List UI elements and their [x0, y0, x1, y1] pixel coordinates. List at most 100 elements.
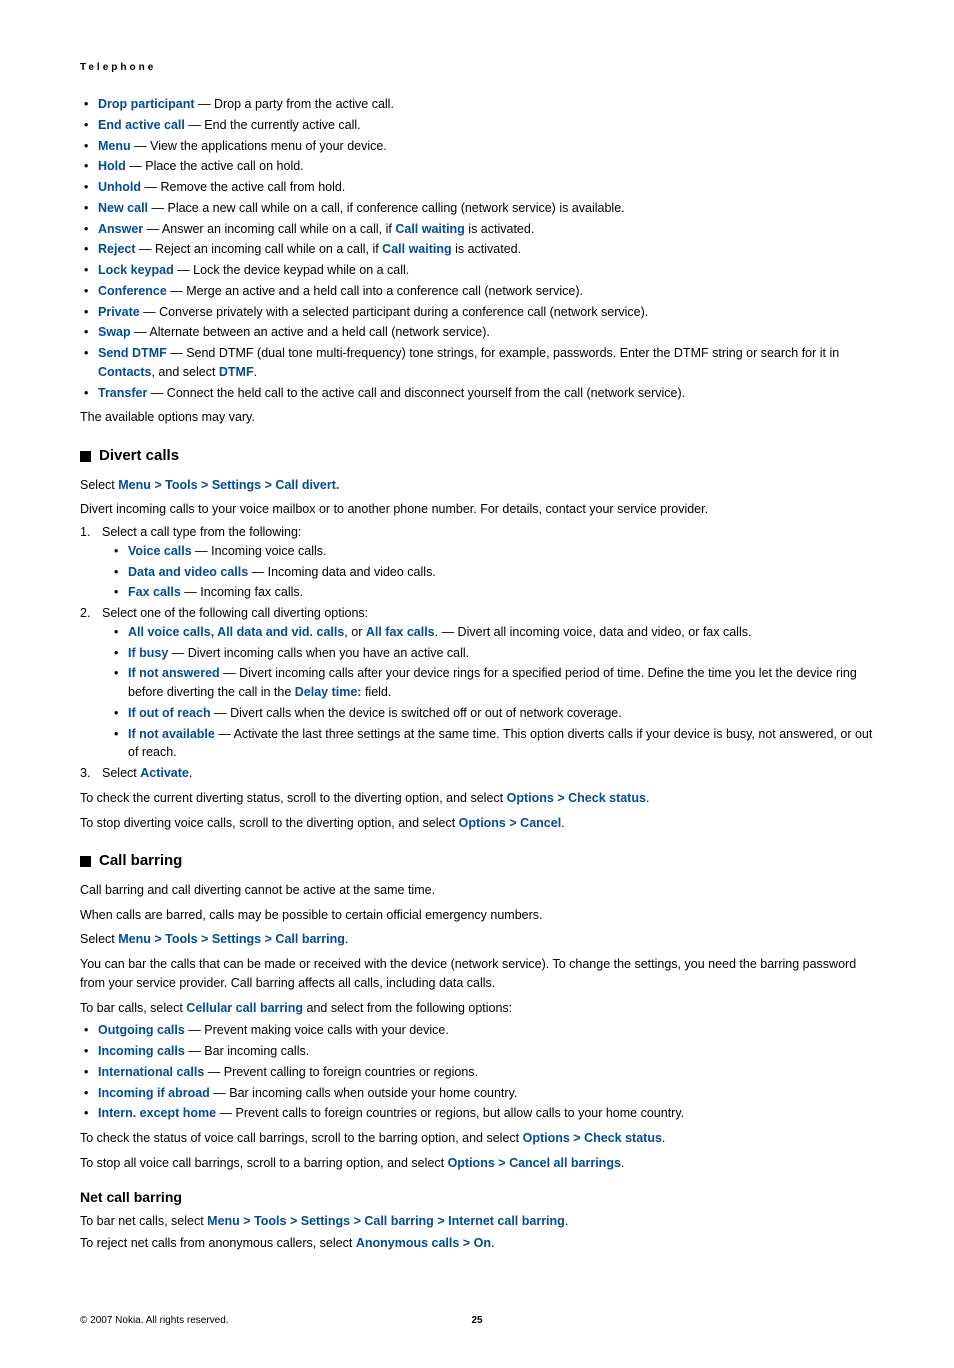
ui-term: Delay time:	[295, 685, 362, 699]
divert-options-list: All voice calls, All data and vid. calls…	[110, 623, 874, 762]
text: To check the current diverting status, s…	[80, 791, 507, 805]
list-item: Lock keypad — Lock the device keypad whi…	[80, 261, 874, 280]
barring-line1: Call barring and call diverting cannot b…	[80, 881, 874, 900]
net-reject: To reject net calls from anonymous calle…	[80, 1234, 874, 1253]
list-item: Unhold — Remove the active call from hol…	[80, 178, 874, 197]
ui-term: Settings	[212, 478, 261, 492]
ui-term: Incoming calls	[98, 1044, 185, 1058]
ui-term: Options	[507, 791, 554, 805]
ui-term: Anonymous calls	[356, 1236, 460, 1250]
ui-term: Menu	[98, 139, 131, 153]
barring-select-path: Select Menu > Tools > Settings > Call ba…	[80, 930, 874, 949]
page-number: 25	[471, 1313, 482, 1328]
ui-term: New call	[98, 201, 148, 215]
list-item: Answer — Answer an incoming call while o…	[80, 220, 874, 239]
text: and select from the following options:	[303, 1001, 512, 1015]
list-item: Incoming calls — Bar incoming calls.	[80, 1042, 874, 1061]
desc: — Activate the last three settings at th…	[128, 727, 872, 760]
ui-term: Transfer	[98, 386, 147, 400]
text: .	[662, 1131, 665, 1145]
ui-term: On	[474, 1236, 491, 1250]
desc: — Answer an incoming call while on a cal…	[143, 222, 395, 236]
desc: — Incoming data and video calls.	[248, 565, 436, 579]
page-header: Telephone	[80, 60, 874, 75]
step-2: 2. Select one of the following call diver…	[80, 604, 874, 762]
desc: — Divert incoming calls when you have an…	[168, 646, 469, 660]
ui-term: All data and vid. calls	[217, 625, 344, 639]
ui-term: Private	[98, 305, 140, 319]
chevron-icon: >	[201, 932, 208, 946]
text: .	[565, 1214, 568, 1228]
text: .	[561, 816, 564, 830]
chevron-icon: >	[290, 1214, 297, 1228]
ui-term: Reject	[98, 242, 136, 256]
step-text: Select one of the following call diverti…	[102, 606, 368, 620]
list-item: Conference — Merge an active and a held …	[80, 282, 874, 301]
chevron-icon: >	[463, 1236, 470, 1250]
desc: . — Divert all incoming voice, data and …	[435, 625, 752, 639]
list-item: New call — Place a new call while on a c…	[80, 199, 874, 218]
ui-term: Call waiting	[395, 222, 464, 236]
desc: is activated.	[465, 222, 534, 236]
ui-term: Lock keypad	[98, 263, 174, 277]
text: .	[491, 1236, 494, 1250]
text: .	[336, 478, 339, 492]
ui-term: Drop participant	[98, 97, 195, 111]
list-item: Private — Converse privately with a sele…	[80, 303, 874, 322]
ui-term: Settings	[212, 932, 261, 946]
list-item: Drop participant — Drop a party from the…	[80, 95, 874, 114]
ui-term: Send DTMF	[98, 346, 167, 360]
desc: — Bar incoming calls when outside your h…	[210, 1086, 518, 1100]
list-item: If not available — Activate the last thr…	[110, 725, 874, 763]
ui-term: Call barring	[275, 932, 344, 946]
ui-term: Check status	[568, 791, 646, 805]
step-number: 1.	[80, 523, 90, 542]
divert-check: To check the current diverting status, s…	[80, 789, 874, 808]
chevron-icon: >	[154, 478, 161, 492]
list-item: Hold — Place the active call on hold.	[80, 157, 874, 176]
options-tail: The available options may vary.	[80, 408, 874, 427]
ui-term: End active call	[98, 118, 185, 132]
desc: — End the currently active call.	[185, 118, 361, 132]
text: To stop all voice call barrings, scroll …	[80, 1156, 448, 1170]
barring-heading: Call barring	[80, 850, 874, 873]
sep: , or	[344, 625, 366, 639]
ui-term: Menu	[207, 1214, 240, 1228]
ui-term: Contacts	[98, 365, 151, 379]
chevron-icon: >	[557, 791, 564, 805]
desc: — Divert calls when the device is switch…	[211, 706, 622, 720]
copyright: © 2007 Nokia. All rights reserved.	[80, 1313, 229, 1328]
ui-term: Cellular call barring	[186, 1001, 303, 1015]
ui-term: Hold	[98, 159, 126, 173]
desc: is activated.	[452, 242, 521, 256]
desc: field.	[361, 685, 391, 699]
ui-term: Menu	[118, 478, 151, 492]
ui-term: Activate	[140, 766, 189, 780]
step-text: Select a call type from the following:	[102, 525, 301, 539]
ui-term: Cancel all barrings	[509, 1156, 621, 1170]
desc: — Reject an incoming call while on a cal…	[136, 242, 383, 256]
desc: — Drop a party from the active call.	[195, 97, 394, 111]
square-icon	[80, 451, 91, 462]
ui-term: Incoming if abroad	[98, 1086, 210, 1100]
list-item: Swap — Alternate between an active and a…	[80, 323, 874, 342]
text: .	[345, 932, 348, 946]
ui-term: Answer	[98, 222, 143, 236]
text: Select	[80, 932, 118, 946]
net-heading: Net call barring	[80, 1187, 874, 1208]
ui-term: All voice calls	[128, 625, 211, 639]
list-item: If out of reach — Divert calls when the …	[110, 704, 874, 723]
desc: — Incoming voice calls.	[192, 544, 327, 558]
desc: .	[254, 365, 257, 379]
divert-stop: To stop diverting voice calls, scroll to…	[80, 814, 874, 833]
step-number: 2.	[80, 604, 90, 623]
chevron-icon: >	[509, 816, 516, 830]
ui-term: Menu	[118, 932, 151, 946]
list-item: International calls — Prevent calling to…	[80, 1063, 874, 1082]
divert-select-path: Select Menu > Tools > Settings > Call di…	[80, 476, 874, 495]
ui-term: Conference	[98, 284, 167, 298]
text: To bar calls, select	[80, 1001, 186, 1015]
divert-intro: Divert incoming calls to your voice mail…	[80, 500, 874, 519]
barring-options-list: Outgoing calls — Prevent making voice ca…	[80, 1021, 874, 1123]
ui-term: Options	[448, 1156, 495, 1170]
